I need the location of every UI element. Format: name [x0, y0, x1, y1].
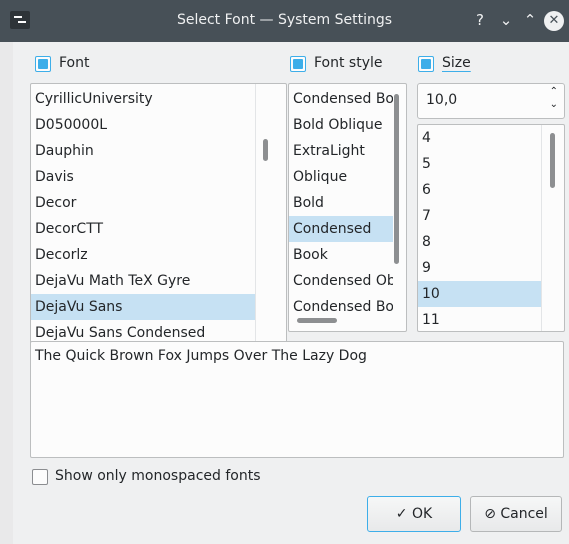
scrollbar-divider: [541, 125, 542, 331]
list-item[interactable]: 5: [418, 151, 542, 177]
list-item[interactable]: Condensed Oblique: [289, 268, 393, 294]
list-item[interactable]: DecorCTT: [31, 216, 255, 242]
cancel-button[interactable]: ⊘ Cancel: [470, 496, 562, 532]
font-column-label: Font: [59, 55, 90, 71]
style-list-hscrollbar[interactable]: [297, 318, 337, 323]
size-list[interactable]: 4 5 6 7 8 9 10 11: [417, 124, 565, 332]
list-item[interactable]: DejaVu Math TeX Gyre: [31, 268, 255, 294]
maximize-button[interactable]: ⌃: [520, 10, 540, 30]
help-button[interactable]: ?: [470, 10, 490, 30]
ok-label: OK: [411, 506, 433, 522]
preview-text: The Quick Brown Fox Jumps Over The Lazy …: [35, 348, 367, 364]
size-column-label: Size: [442, 55, 471, 71]
spin-up-icon[interactable]: ⌃: [550, 85, 558, 98]
list-item[interactable]: Decorlz: [31, 242, 255, 268]
list-item[interactable]: 8: [418, 229, 542, 255]
check-icon: ✓: [395, 506, 408, 522]
list-item[interactable]: Davis: [31, 164, 255, 190]
close-button[interactable]: ✕: [544, 11, 564, 31]
list-item[interactable]: 9: [418, 255, 542, 281]
font-style-checkbox[interactable]: [290, 56, 306, 72]
list-item[interactable]: D050000L: [31, 112, 255, 138]
font-style-column-label: Font style: [314, 55, 383, 71]
size-spinbox[interactable]: 10,0 ⌃ ⌄: [417, 83, 565, 119]
list-item[interactable]: 4: [418, 125, 542, 151]
list-item[interactable]: Condensed Bold Oblique: [289, 294, 393, 320]
list-item[interactable]: Bold Oblique: [289, 112, 393, 138]
list-item[interactable]: Decor: [31, 190, 255, 216]
font-list-scrollbar[interactable]: [263, 139, 268, 161]
list-item-selected[interactable]: Condensed: [289, 216, 393, 242]
list-item[interactable]: 11: [418, 307, 542, 331]
ok-button[interactable]: ✓ OK: [367, 496, 461, 532]
size-value: 10,0: [426, 92, 458, 108]
font-dialog: Font Font style Size CyrillicUniversity …: [13, 42, 569, 544]
list-item[interactable]: Condensed Bold: [289, 86, 393, 112]
monospaced-label: Show only monospaced fonts: [55, 468, 261, 484]
size-checkbox[interactable]: [418, 56, 434, 72]
list-item[interactable]: 7: [418, 203, 542, 229]
list-item[interactable]: 6: [418, 177, 542, 203]
size-list-scrollbar[interactable]: [550, 133, 555, 188]
list-item[interactable]: Bold: [289, 190, 393, 216]
cancel-label: Cancel: [500, 506, 548, 522]
spin-down-icon[interactable]: ⌄: [550, 98, 558, 111]
list-item[interactable]: Book: [289, 242, 393, 268]
style-list-vscrollbar[interactable]: [394, 94, 399, 264]
cancel-icon: ⊘: [484, 506, 496, 522]
monospaced-checkbox[interactable]: [32, 469, 48, 485]
font-checkbox[interactable]: [35, 56, 51, 72]
list-item[interactable]: Oblique: [289, 164, 393, 190]
list-item[interactable]: Dauphin: [31, 138, 255, 164]
list-item[interactable]: ExtraLight: [289, 138, 393, 164]
window-titlebar: Select Font — System Settings ? ⌄ ⌃ ✕: [0, 0, 569, 42]
font-preview[interactable]: The Quick Brown Fox Jumps Over The Lazy …: [30, 341, 564, 458]
minimize-button[interactable]: ⌄: [496, 10, 516, 30]
scrollbar-divider: [255, 84, 256, 374]
list-item-selected[interactable]: 10: [418, 281, 542, 307]
font-family-list[interactable]: CyrillicUniversity D050000L Dauphin Davi…: [30, 83, 287, 375]
list-item[interactable]: CyrillicUniversity: [31, 86, 255, 112]
list-item-selected[interactable]: DejaVu Sans: [31, 294, 255, 320]
font-style-list[interactable]: Condensed Bold Bold Oblique ExtraLight O…: [288, 83, 407, 332]
